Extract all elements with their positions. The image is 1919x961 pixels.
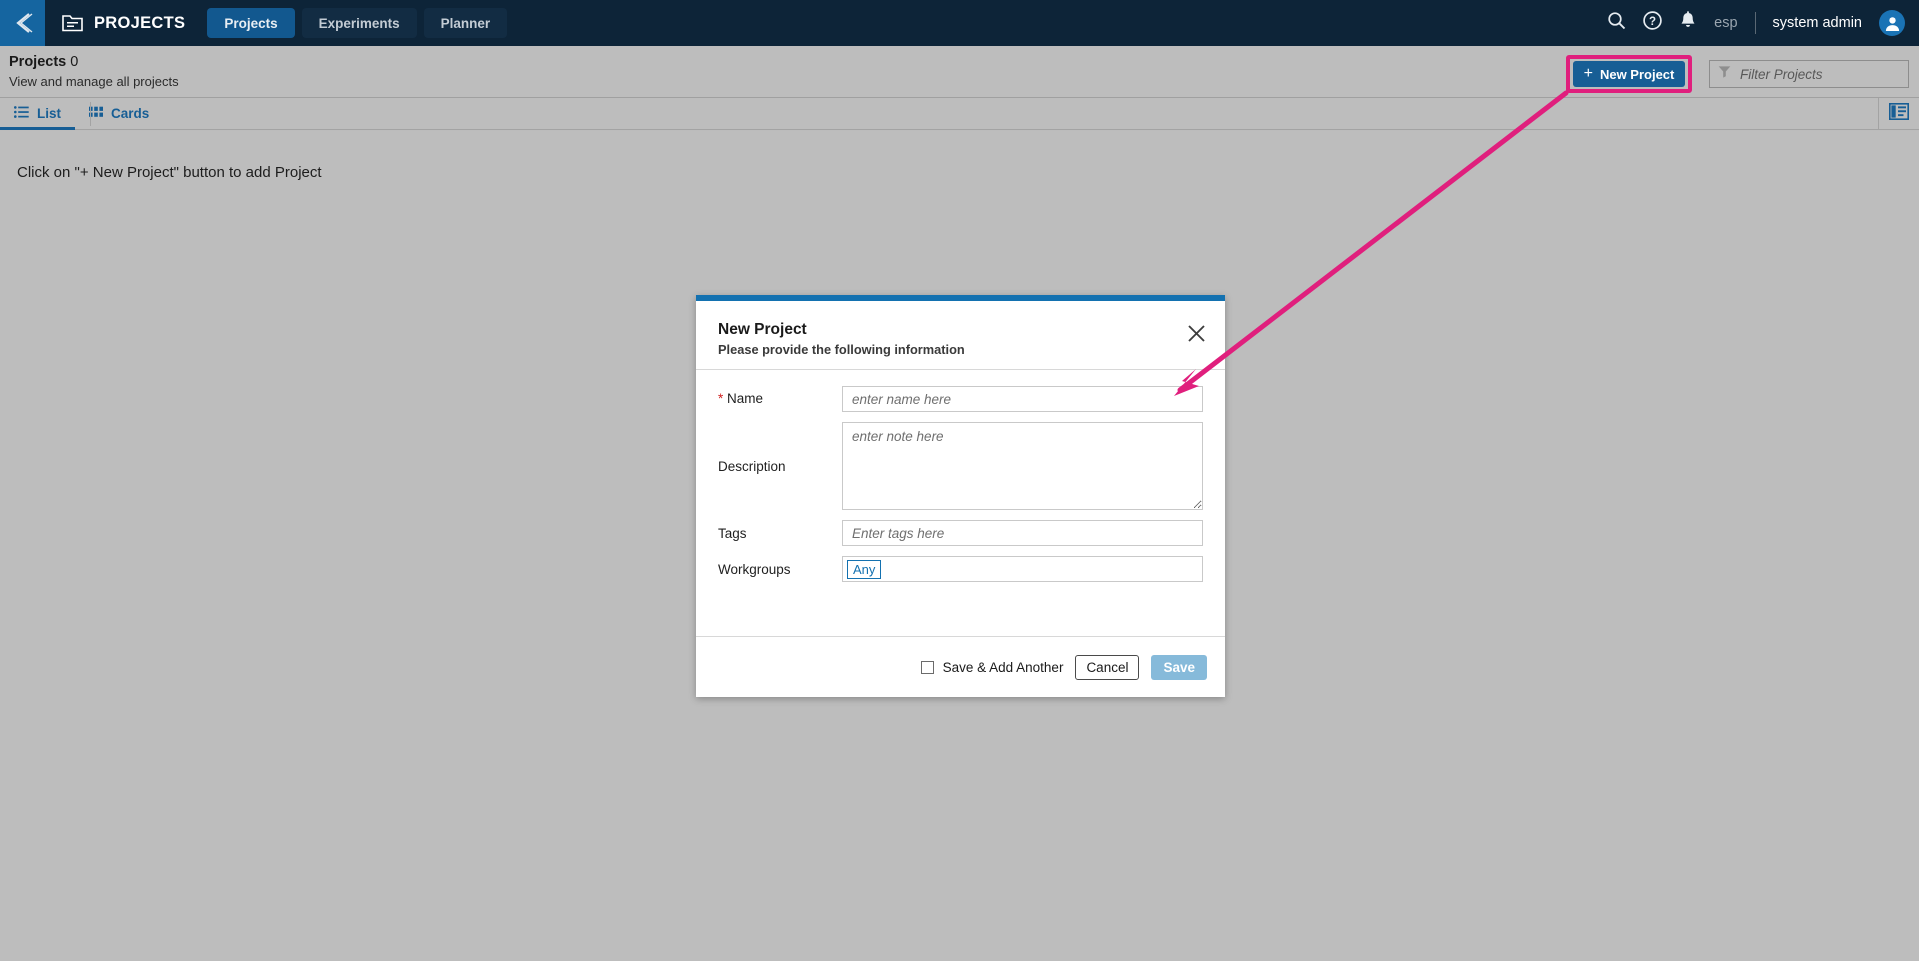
primary-nav-tabs: Projects Experiments Planner — [207, 8, 508, 38]
nav-tab-experiments-label: Experiments — [318, 15, 400, 31]
field-row-tags: Tags — [718, 520, 1203, 546]
dialog-header: New Project Please provide the following… — [696, 301, 1225, 370]
cancel-button[interactable]: Cancel — [1075, 654, 1140, 680]
language-selector[interactable]: esp — [1714, 15, 1737, 31]
field-row-workgroups: Workgroups Any — [718, 556, 1203, 582]
nav-tab-projects-label: Projects — [224, 15, 278, 31]
field-row-description: Description — [718, 422, 1203, 510]
page-subtitle: View and manage all projects — [9, 74, 179, 89]
workgroups-field-label: Workgroups — [718, 561, 791, 577]
funnel-filter-icon — [1718, 65, 1731, 83]
new-project-dialog: New Project Please provide the following… — [696, 295, 1225, 697]
workgroups-input[interactable]: Any — [842, 556, 1203, 582]
dialog-body: * Name Description Tags Workgroups Any — [696, 370, 1225, 630]
name-label-text: Name — [727, 391, 764, 406]
name-field-label: * Name — [718, 386, 842, 406]
nav-tab-projects[interactable]: Projects — [207, 8, 295, 38]
close-x-icon — [1187, 324, 1206, 348]
grid-cards-icon — [89, 106, 104, 121]
dialog-title: New Project — [718, 321, 807, 338]
side-panel-toggle-icon — [1889, 103, 1909, 125]
top-navigation-bar: PROJECTS Projects Experiments Planner ? — [0, 0, 1919, 46]
list-view-icon — [14, 106, 29, 121]
back-button[interactable] — [0, 0, 45, 46]
folder-projects-icon — [62, 13, 84, 33]
app-identity: PROJECTS — [62, 13, 185, 33]
search-icon[interactable] — [1607, 11, 1626, 35]
view-tabs-separator — [90, 102, 91, 126]
view-tab-cards-label: Cards — [111, 106, 150, 121]
filter-projects-placeholder: Filter Projects — [1740, 66, 1823, 82]
topbar-right-cluster: ? esp system admin — [1607, 10, 1919, 36]
new-project-button[interactable]: + New Project — [1573, 61, 1685, 87]
tags-input[interactable] — [842, 520, 1203, 546]
view-tabs-bar: List Cards — [0, 98, 1919, 130]
user-name-label: system admin — [1772, 15, 1862, 31]
save-and-add-another-label: Save & Add Another — [942, 659, 1064, 675]
name-input[interactable] — [842, 386, 1203, 412]
filter-projects-input[interactable]: Filter Projects — [1709, 60, 1909, 88]
page-title-text: Projects — [9, 54, 67, 70]
topbar-divider — [1754, 12, 1756, 34]
chevron-left-back-icon — [12, 11, 34, 35]
app-title: PROJECTS — [94, 13, 186, 32]
dialog-subtitle: Please provide the following information — [718, 342, 965, 357]
required-asterisk: * — [718, 391, 724, 406]
dialog-footer: Save & Add Another Cancel Save — [696, 636, 1225, 697]
empty-state-message: Click on "+ New Project" button to add P… — [17, 164, 322, 181]
page-title: Projects 0 — [9, 54, 78, 70]
nav-tab-planner[interactable]: Planner — [423, 8, 508, 38]
tags-field-label: Tags — [718, 525, 747, 541]
plus-icon: + — [1583, 65, 1593, 82]
save-and-add-another-checkbox[interactable]: Save & Add Another — [920, 659, 1064, 675]
workgroup-chip-any[interactable]: Any — [847, 559, 882, 579]
description-field-label: Description — [718, 458, 786, 474]
user-avatar-icon[interactable] — [1879, 10, 1905, 36]
view-tab-list[interactable]: List — [0, 98, 75, 130]
description-textarea[interactable] — [842, 422, 1203, 510]
bell-icon[interactable] — [1679, 11, 1697, 35]
checkbox-box[interactable] — [920, 660, 934, 674]
nav-tab-planner-label: Planner — [440, 15, 491, 31]
page-title-count: 0 — [70, 54, 79, 70]
svg-text:?: ? — [1649, 16, 1656, 28]
help-circle-icon[interactable]: ? — [1643, 11, 1662, 35]
dialog-close-button[interactable] — [1183, 323, 1209, 349]
side-panel-toggle-button[interactable] — [1878, 98, 1919, 130]
view-tab-cards[interactable]: Cards — [75, 98, 163, 130]
view-tab-list-label: List — [37, 106, 62, 121]
save-button[interactable]: Save — [1151, 654, 1207, 680]
field-row-name: * Name — [718, 386, 1203, 412]
nav-tab-experiments[interactable]: Experiments — [301, 8, 417, 38]
new-project-button-label: New Project — [1599, 66, 1675, 82]
